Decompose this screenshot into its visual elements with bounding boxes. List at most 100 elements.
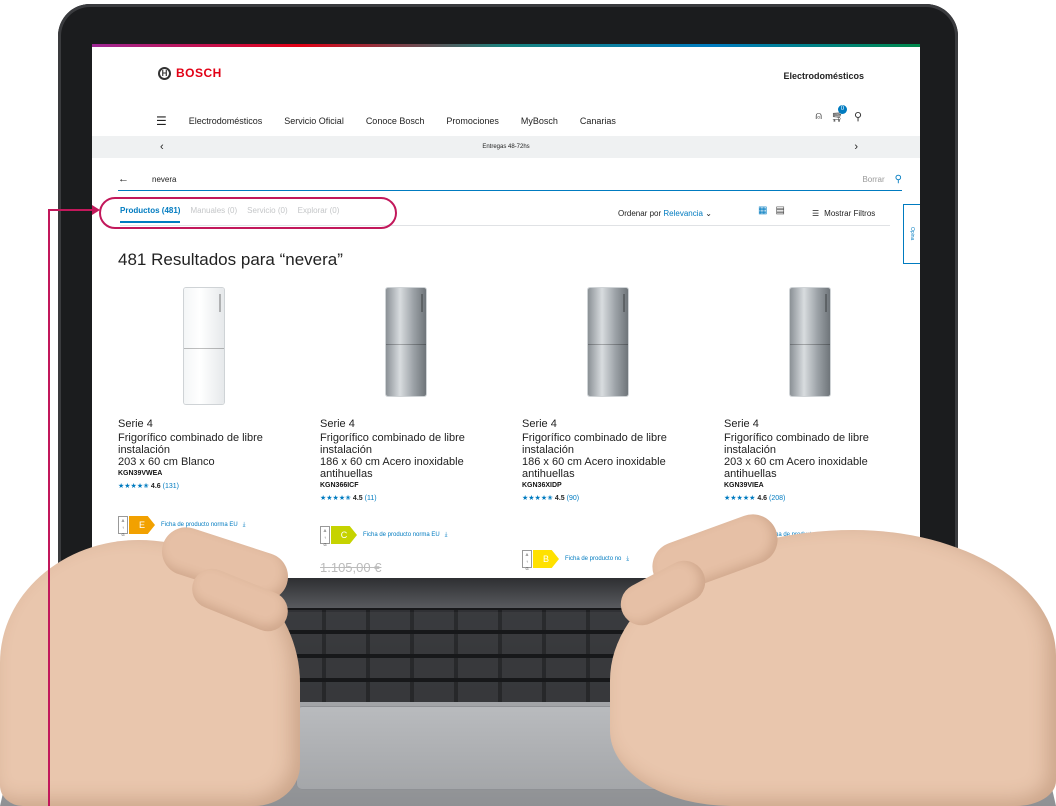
user-icon[interactable]: ⍝ [815,110,822,123]
product-sheet-link[interactable]: Ficha de producto norma EU [363,532,440,538]
product-description-line[interactable]: 186 x 60 cm Acero inoxidable [522,456,666,468]
energy-class-badge[interactable]: A ↑ G B [522,550,560,571]
rating-value: 4.5 [554,495,565,502]
product-card[interactable]: Serie 4 Frigorífico combinado de libre ins… [118,280,308,578]
arrow-left-icon[interactable]: ← [118,173,140,185]
review-count: (208) [769,495,786,502]
product-image[interactable] [790,288,830,396]
product-rating[interactable]: ★★★★✬ 4.6 (131) [118,482,179,490]
main-nav: ☰ Electrodomésticos Servicio Oficial Con… [156,114,616,128]
product-rating[interactable]: ★★★★✬ 4.5 (11) [320,494,377,502]
energy-class-letter: B [533,550,559,568]
download-icon[interactable]: ⤓ [445,532,448,539]
nav-item-conoce-bosch[interactable]: Conoce Bosch [366,116,425,126]
product-model: KGN39VWEA [118,470,163,477]
view-toggle: ▦ ▤ [758,205,785,216]
chevron-left-icon[interactable]: ‹ [160,136,164,158]
product-sheet-link[interactable]: Ficha de producto norma EU [161,522,238,528]
product-description-line[interactable]: antihuellas [522,468,575,480]
product-card[interactable]: Serie 4 Frigorífico combinado de libre ins… [320,280,510,578]
results-title: 481 Resultados para “nevera” [118,250,343,269]
fridge-door-split [790,344,830,346]
product-description-line[interactable]: instalación [724,444,776,456]
bosch-logo[interactable]: H BOSCH [158,66,222,80]
review-count: (131) [162,483,179,490]
fridge-handle [623,294,625,312]
rating-value: 4.6 [150,483,161,490]
search-input[interactable]: nevera [140,175,862,184]
product-model: KGN39VIEA [724,482,764,489]
product-description-line[interactable]: instalación [118,444,170,456]
browser-screen: H BOSCH Electrodomésticos ☰ Electrodomés… [92,44,920,578]
fridge-door-split [588,344,628,346]
energy-class-badge[interactable]: A↑GE [118,516,156,537]
download-icon[interactable]: ⤓ [243,522,246,529]
grid-view-icon[interactable]: ▦ [758,205,767,216]
cart-icon[interactable]: 🛒︎ 0 [831,105,847,123]
menu-icon[interactable]: ☰ [156,114,167,128]
product-image[interactable] [588,288,628,396]
fridge-door-split [386,344,426,346]
product-image[interactable] [386,288,426,396]
promo-text: Entregas 48-72hs [482,144,530,150]
list-view-icon[interactable]: ▤ [775,205,784,216]
product-model: KGN366ICF [320,482,359,489]
product-description-line[interactable]: Frigorífico combinado de libre [724,432,869,444]
product-sheet-link[interactable]: Ficha de producto no [565,556,621,562]
energy-scale-icon: A↑G [320,526,330,547]
product-series: Serie 4 [118,418,153,430]
product-description-line[interactable]: Frigorífico combinado de libre [522,432,667,444]
nav-item-mybosch[interactable]: MyBosch [521,116,558,126]
sort-label: Ordenar por [618,209,662,218]
product-rating[interactable]: ★★★★★ 4.6 (208) [724,494,785,502]
tabs-highlight-callout [99,197,397,229]
fridge-handle [421,294,423,312]
star-rating-icon: ★★★★✬ [522,495,553,502]
rating-value: 4.5 [352,495,363,502]
product-description-line[interactable]: 203 x 60 cm Blanco [118,456,215,468]
brand-name: BOSCH [176,66,222,80]
nav-item-promociones[interactable]: Promociones [446,116,499,126]
feedback-tab[interactable]: Opina [903,204,920,264]
energy-label-row[interactable]: A ↑ G C Ficha de producto norma EU ⤓ [320,526,448,547]
sort-dropdown[interactable]: Ordenar por Relevancia ⌄ [618,209,712,218]
callout-leader-line [48,209,50,806]
product-description-line[interactable]: Frigorífico combinado de libre [118,432,263,444]
fridge-door-split [184,348,224,350]
product-model: KGN36XIDP [522,482,562,489]
rating-value: 4.6 [757,495,768,502]
product-description-line[interactable]: instalación [522,444,574,456]
energy-label-row[interactable]: A ↑ G B Ficha de producto no ⤓ [522,550,629,571]
product-description-line[interactable]: Frigorífico combinado de libre [320,432,465,444]
product-description-line[interactable]: instalación [320,444,372,456]
product-description-line[interactable]: 203 x 60 cm Acero inoxidable [724,456,868,468]
search-icon[interactable]: ⚲ [854,110,862,123]
clear-search-button[interactable]: Borrar [862,175,884,184]
cart-badge: 0 [837,105,847,114]
product-series: Serie 4 [724,418,759,430]
product-image[interactable] [184,288,224,404]
energy-class-letter: E [129,516,155,534]
sliders-icon: ☰ [812,209,820,218]
product-description-line[interactable]: 186 x 60 cm Acero inoxidable [320,456,464,468]
fridge-handle [219,294,221,312]
arrow-right-icon [92,205,100,215]
search-submit-icon[interactable]: ⚲ [895,174,902,185]
product-price: 1.105,00 € [320,560,382,575]
show-filters-button[interactable]: ☰ Mostrar Filtros [812,209,875,218]
product-description-line[interactable]: antihuellas [724,468,777,480]
review-count: (11) [364,495,377,502]
energy-class-badge[interactable]: A ↑ G C [320,526,358,547]
product-description-line[interactable]: antihuellas [320,468,373,480]
nav-item-servicio-oficial[interactable]: Servicio Oficial [284,116,344,126]
fridge-handle [825,294,827,312]
product-rating[interactable]: ★★★★✬ 4.5 (90) [522,494,579,502]
chevron-right-icon[interactable]: › [854,136,858,158]
star-rating-icon: ★★★★✬ [118,483,149,490]
product-card[interactable]: Serie 4 Frigorífico combinado de libre ins… [522,280,712,578]
nav-item-canarias[interactable]: Canarias [580,116,616,126]
product-series: Serie 4 [320,418,355,430]
nav-item-electrodomesticos[interactable]: Electrodomésticos [189,116,263,126]
download-icon[interactable]: ⤓ [626,556,629,563]
chevron-down-icon: ⌄ [705,209,712,218]
